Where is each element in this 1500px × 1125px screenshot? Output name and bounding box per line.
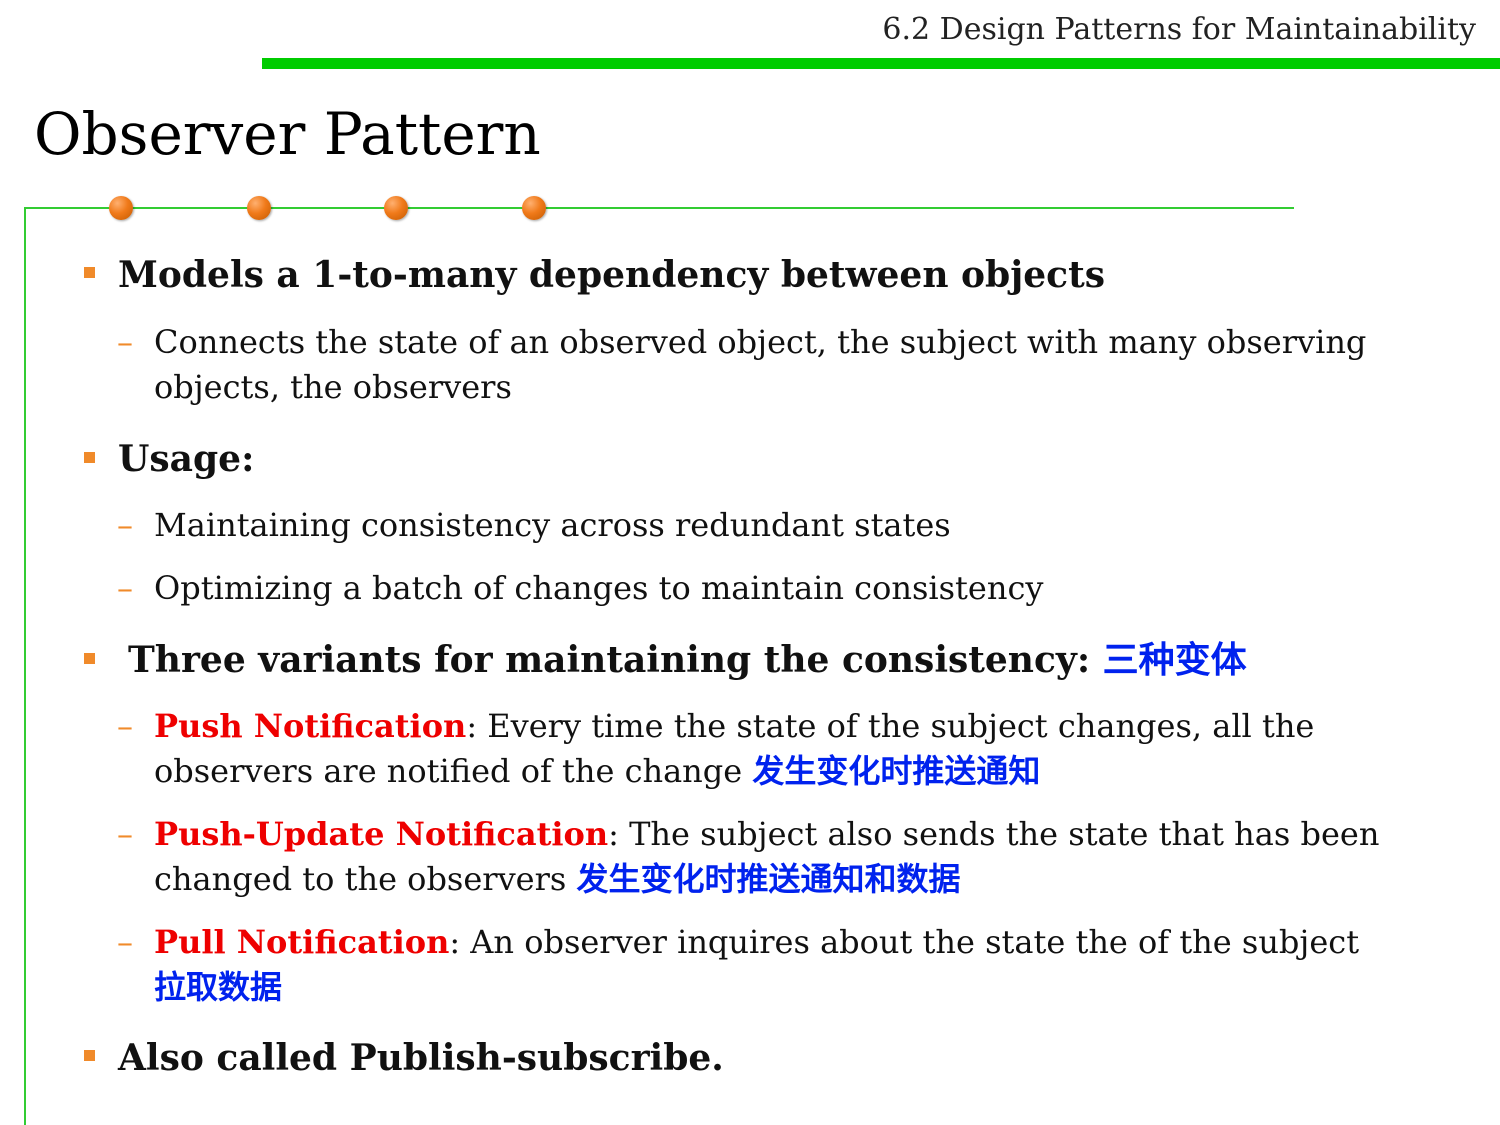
bullet-text: Three variants for maintaining the consi… [128, 637, 1247, 683]
section-header: 6.2 Design Patterns for Maintainability [882, 12, 1476, 47]
bullet-text: Also called Publish-subscribe. [118, 1037, 724, 1079]
orange-dot-icon [384, 196, 408, 220]
square-bullet-icon [84, 267, 95, 278]
sub-bullet-text: Push-Update Notification: The subject al… [154, 812, 1384, 857]
bullet-text: Usage: [118, 438, 255, 480]
sub-bullet-text: Connects the state of an observed object… [154, 323, 1367, 361]
dash-bullet-icon: – [117, 707, 133, 745]
square-bullet-icon [84, 653, 95, 664]
variant-chinese: 发生变化时推送通知 [752, 752, 1041, 790]
bullet-text-chinese: 三种变体 [1102, 639, 1247, 681]
sub-bullet-text: Maintaining consistency across redundant… [154, 506, 951, 544]
sub-bullet-text: Push Notification: Every time the state … [154, 704, 1384, 749]
variant-description: : Every time the state of the subject ch… [466, 707, 1315, 745]
variant-term: Push Notification [154, 707, 467, 745]
sub-bullet-text-continued: 拉取数据 [154, 965, 1384, 1010]
dash-bullet-icon: – [117, 506, 133, 544]
variant-chinese: 拉取数据 [154, 968, 283, 1006]
variant-description-continued: observers are notified of the change [154, 752, 753, 790]
orange-dot-icon [109, 196, 133, 220]
header-divider-bar [262, 58, 1500, 69]
orange-dot-icon [247, 196, 271, 220]
variant-description: : The subject also sends the state that … [608, 815, 1380, 853]
square-bullet-icon [84, 1050, 95, 1061]
dash-bullet-icon: – [117, 323, 133, 361]
variant-description-continued: changed to the observers [154, 860, 577, 898]
variant-term: Pull Notification [154, 923, 450, 961]
variant-description: : An observer inquires about the state t… [449, 923, 1360, 961]
slide-title: Observer Pattern [34, 100, 541, 168]
square-bullet-icon [84, 452, 95, 463]
dash-bullet-icon: – [117, 815, 133, 853]
sub-bullet-text-continued: observers are notified of the change 发生变… [154, 749, 1384, 794]
orange-dot-icon [522, 196, 546, 220]
bullet-text: Models a 1-to-many dependency between ob… [118, 254, 1105, 296]
frame-left-line [24, 207, 26, 1125]
sub-bullet-text: Pull Notification: An observer inquires … [154, 920, 1384, 965]
dash-bullet-icon: – [117, 569, 133, 607]
bullet-text-main: Three variants for maintaining the consi… [128, 639, 1091, 681]
sub-bullet-text-continued: objects, the observers [154, 368, 512, 406]
variant-term: Push-Update Notification [154, 815, 609, 853]
variant-chinese: 发生变化时推送通知和数据 [576, 860, 961, 898]
frame-top-line [24, 207, 1294, 209]
sub-bullet-text: Optimizing a batch of changes to maintai… [154, 569, 1044, 607]
dash-bullet-icon: – [117, 923, 133, 961]
sub-bullet-text-continued: changed to the observers 发生变化时推送通知和数据 [154, 857, 1384, 902]
